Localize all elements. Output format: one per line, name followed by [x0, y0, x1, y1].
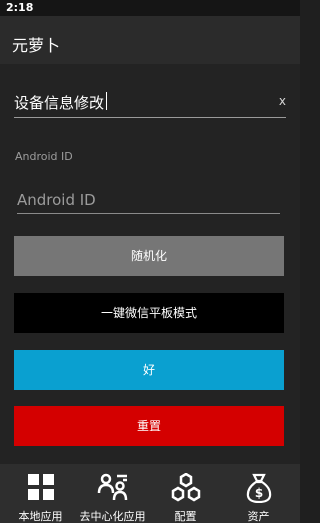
text-caret [106, 92, 107, 110]
app-title: 元萝卜 [12, 36, 61, 55]
device-info-panel: 设备信息修改 x Android ID 随机化 一键微信平板模式 好 重置 [0, 64, 300, 464]
status-bar: 2:18 [0, 0, 300, 16]
svg-text:$: $ [254, 486, 262, 500]
money-bag-icon: $ [246, 473, 271, 503]
app-bar: 元萝卜 [0, 16, 300, 64]
wechat-tablet-mode-button[interactable]: 一键微信平板模式 [14, 293, 284, 333]
clear-search-button[interactable]: x [279, 94, 286, 108]
android-id-input[interactable] [17, 188, 280, 212]
nav-item-label: 本地应用 [18, 510, 63, 523]
nav-item-assets[interactable]: $ 资产 [221, 464, 296, 523]
android-id-field[interactable] [17, 188, 280, 214]
randomize-button[interactable]: 随机化 [14, 236, 284, 276]
android-id-label: Android ID [15, 150, 73, 163]
nav-item-decentralized-apps[interactable]: 去中心化应用 [75, 464, 150, 523]
ok-button[interactable]: 好 [14, 350, 284, 390]
users-icon [97, 473, 127, 501]
nav-item-label: 配置 [174, 510, 197, 523]
nav-item-label: 去中心化应用 [79, 510, 146, 523]
grid-icon [27, 474, 54, 500]
search-input-value: 设备信息修改 [14, 94, 105, 112]
nav-item-local-apps[interactable]: 本地应用 [3, 464, 78, 523]
nav-item-label: 资产 [247, 510, 270, 523]
nav-item-config[interactable]: 配置 [148, 464, 223, 523]
reset-button[interactable]: 重置 [14, 406, 284, 446]
hexagons-icon [171, 473, 200, 502]
bottom-nav: 本地应用 去中心化应用 配置 $ 资产 [0, 464, 300, 523]
status-time: 2:18 [6, 1, 34, 14]
search-input[interactable]: 设备信息修改 x [14, 86, 286, 118]
